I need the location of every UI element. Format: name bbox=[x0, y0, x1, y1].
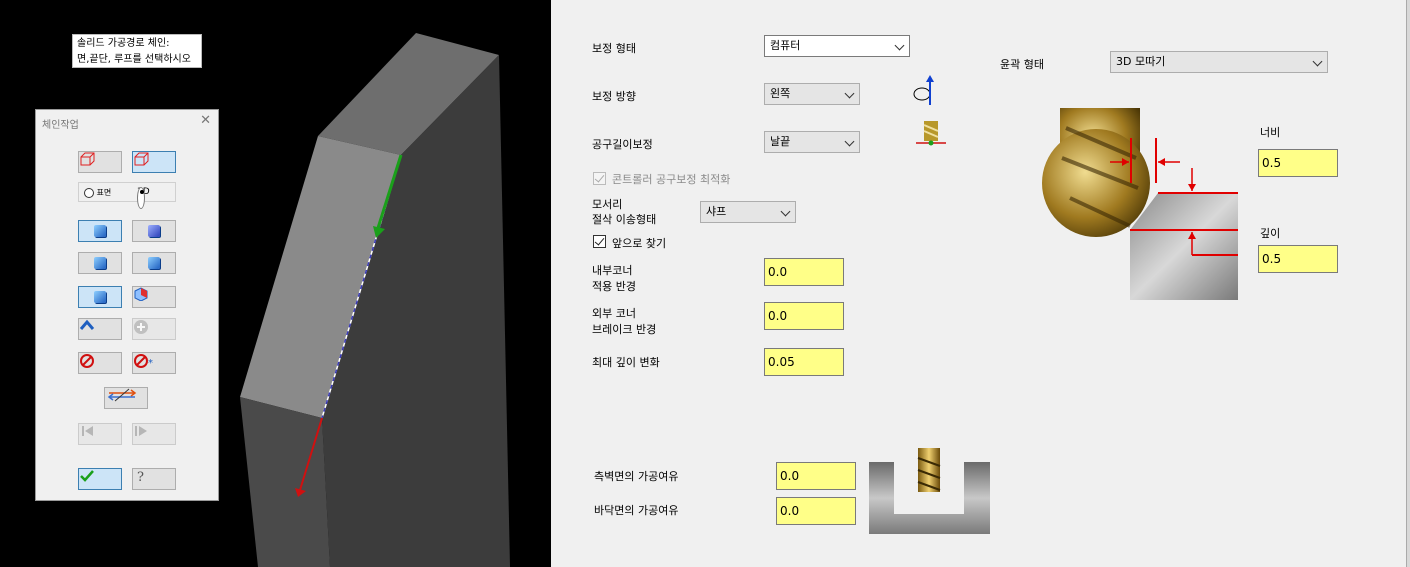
clear-button[interactable] bbox=[78, 352, 122, 374]
chamfer-illustration bbox=[1042, 108, 1238, 300]
optimize-label: 콘트롤러 공구보정 최적화 bbox=[612, 173, 731, 186]
part-lower-face bbox=[240, 397, 330, 567]
search-checkbox[interactable] bbox=[593, 235, 606, 248]
chain-dialog-title: 체인작업 bbox=[42, 120, 79, 131]
face-cube-icon bbox=[148, 225, 160, 237]
loop-cube-icon bbox=[148, 257, 160, 269]
max-depth-input[interactable]: 0.05 bbox=[764, 348, 844, 376]
wireframe-mode-button[interactable] bbox=[78, 151, 122, 173]
feature-cube-icon bbox=[94, 291, 106, 303]
search-label: 앞으로 찾기 bbox=[612, 237, 667, 250]
curved-arrow-icon bbox=[79, 319, 95, 330]
contour-type-select[interactable]: 3D 모따기 bbox=[1110, 51, 1328, 73]
chain-prompt-line1: 솔리드 가공경로 체인: bbox=[77, 38, 170, 49]
corner-label-1: 모서리 bbox=[592, 198, 623, 211]
width-label: 너비 bbox=[1260, 126, 1281, 139]
svg-text:*: * bbox=[148, 358, 153, 369]
optimize-checkbox[interactable] bbox=[593, 172, 606, 185]
tip-comp-label: 공구길이보정 bbox=[592, 138, 653, 151]
step-forward-icon bbox=[135, 426, 147, 436]
inner-corner-label-2: 적용 반경 bbox=[592, 280, 636, 293]
comp-type-select[interactable]: 컴퓨터 bbox=[764, 35, 910, 57]
comp-direction-icon bbox=[913, 75, 934, 105]
comp-type-value: 컴퓨터 bbox=[770, 39, 801, 52]
radio-surface-label: 표면 bbox=[96, 188, 112, 197]
chain-prompt-line2: 면,끝단, 루프를 선택하시오 bbox=[77, 54, 191, 65]
reverse-button[interactable] bbox=[104, 387, 148, 409]
close-icon[interactable]: ✕ bbox=[200, 113, 211, 128]
radio-surface-circle[interactable] bbox=[84, 187, 94, 198]
ok-button[interactable] bbox=[78, 468, 122, 490]
corner-type-value: 샤프 bbox=[706, 205, 727, 218]
chevron-down-icon bbox=[894, 40, 905, 51]
back-button[interactable] bbox=[78, 318, 122, 340]
outer-corner-label-1: 외부 코너 bbox=[592, 307, 636, 320]
select-feature-button[interactable] bbox=[78, 286, 122, 308]
svg-text:?: ? bbox=[137, 470, 144, 483]
next-button[interactable] bbox=[132, 423, 176, 445]
wire-cube-icon bbox=[80, 152, 95, 166]
no-entry-icon bbox=[80, 354, 94, 368]
tip-comp-select[interactable]: 날끝 bbox=[764, 131, 860, 153]
solid-cube-icon bbox=[134, 152, 149, 166]
radio-surface[interactable]: 표면 bbox=[84, 187, 111, 198]
inner-corner-input[interactable]: 0.0 bbox=[764, 258, 844, 286]
select-body-button[interactable] bbox=[78, 220, 122, 242]
select-mode-radio-group: 표면 3D bbox=[78, 182, 176, 209]
chevron-down-icon bbox=[844, 136, 855, 147]
contour-type-label: 윤곽 형태 bbox=[1000, 58, 1044, 71]
add-button[interactable] bbox=[132, 318, 176, 340]
select-face-button[interactable] bbox=[132, 220, 176, 242]
width-input[interactable]: 0.5 bbox=[1258, 149, 1338, 177]
outer-corner-input[interactable]: 0.0 bbox=[764, 302, 844, 330]
comp-dir-select[interactable]: 왼쪽 bbox=[764, 83, 860, 105]
chain-prompt-tooltip: 솔리드 가공경로 체인: 면,끝단, 루프를 선택하시오 bbox=[72, 34, 202, 68]
help-icon: ? bbox=[137, 470, 144, 483]
no-entry-star-icon: * bbox=[134, 354, 153, 369]
previous-button[interactable] bbox=[78, 423, 122, 445]
depth-input[interactable]: 0.5 bbox=[1258, 245, 1338, 273]
clear-all-button[interactable]: * bbox=[132, 352, 176, 374]
wall-stock-input[interactable]: 0.0 bbox=[776, 462, 856, 490]
contour-type-value: 3D 모따기 bbox=[1116, 55, 1166, 68]
comp-dir-label: 보정 방향 bbox=[592, 90, 636, 103]
floor-stock-label: 바닥면의 가공여유 bbox=[594, 504, 679, 517]
body-cube-icon bbox=[94, 225, 106, 237]
depth-label: 깊이 bbox=[1260, 227, 1281, 240]
reverse-arrows-icon bbox=[107, 388, 137, 402]
inner-corner-label-1: 내부코너 bbox=[592, 264, 633, 277]
edge-cube-icon bbox=[94, 257, 106, 269]
select-partial-button[interactable] bbox=[132, 286, 176, 308]
tip-comp-value: 날끝 bbox=[770, 135, 791, 148]
tool-tip-icon bbox=[916, 121, 946, 146]
select-loop-button[interactable] bbox=[132, 252, 176, 274]
floor-stock-input[interactable]: 0.0 bbox=[776, 497, 856, 525]
wall-stock-label: 측벽면의 가공여유 bbox=[594, 470, 679, 483]
stock-illustration bbox=[869, 448, 990, 534]
checkmark-icon bbox=[80, 470, 94, 482]
partial-cube-icon bbox=[134, 287, 148, 301]
radio-3d-circle[interactable] bbox=[137, 187, 145, 209]
checkmark-icon bbox=[594, 235, 605, 246]
chevron-down-icon bbox=[1312, 56, 1323, 67]
step-back-icon bbox=[82, 426, 93, 436]
checkmark-icon bbox=[594, 172, 605, 183]
select-edge-button[interactable] bbox=[78, 252, 122, 274]
solid-mode-button[interactable] bbox=[132, 151, 176, 173]
chevron-down-icon bbox=[844, 88, 855, 99]
outer-corner-label-2: 브레이크 반경 bbox=[592, 323, 657, 336]
max-depth-label: 최대 깊이 변화 bbox=[592, 356, 660, 369]
comp-dir-value: 왼쪽 bbox=[770, 87, 791, 100]
panel-scrollbar-edge bbox=[1406, 0, 1410, 567]
help-button[interactable]: ? bbox=[132, 468, 176, 490]
corner-type-select[interactable]: 샤프 bbox=[700, 201, 796, 223]
comp-type-label: 보정 형태 bbox=[592, 42, 636, 55]
radio-3d[interactable]: 3D bbox=[137, 187, 150, 209]
chain-dialog: 체인작업 ✕ 표면 3D * bbox=[35, 109, 219, 501]
graphics-viewport[interactable]: 솔리드 가공경로 체인: 면,끝단, 루프를 선택하시오 체인작업 ✕ 표면 3… bbox=[0, 0, 551, 567]
plus-circle-icon bbox=[134, 320, 148, 334]
corner-label-2: 절삭 이송형태 bbox=[592, 213, 657, 226]
chevron-down-icon bbox=[780, 206, 791, 217]
